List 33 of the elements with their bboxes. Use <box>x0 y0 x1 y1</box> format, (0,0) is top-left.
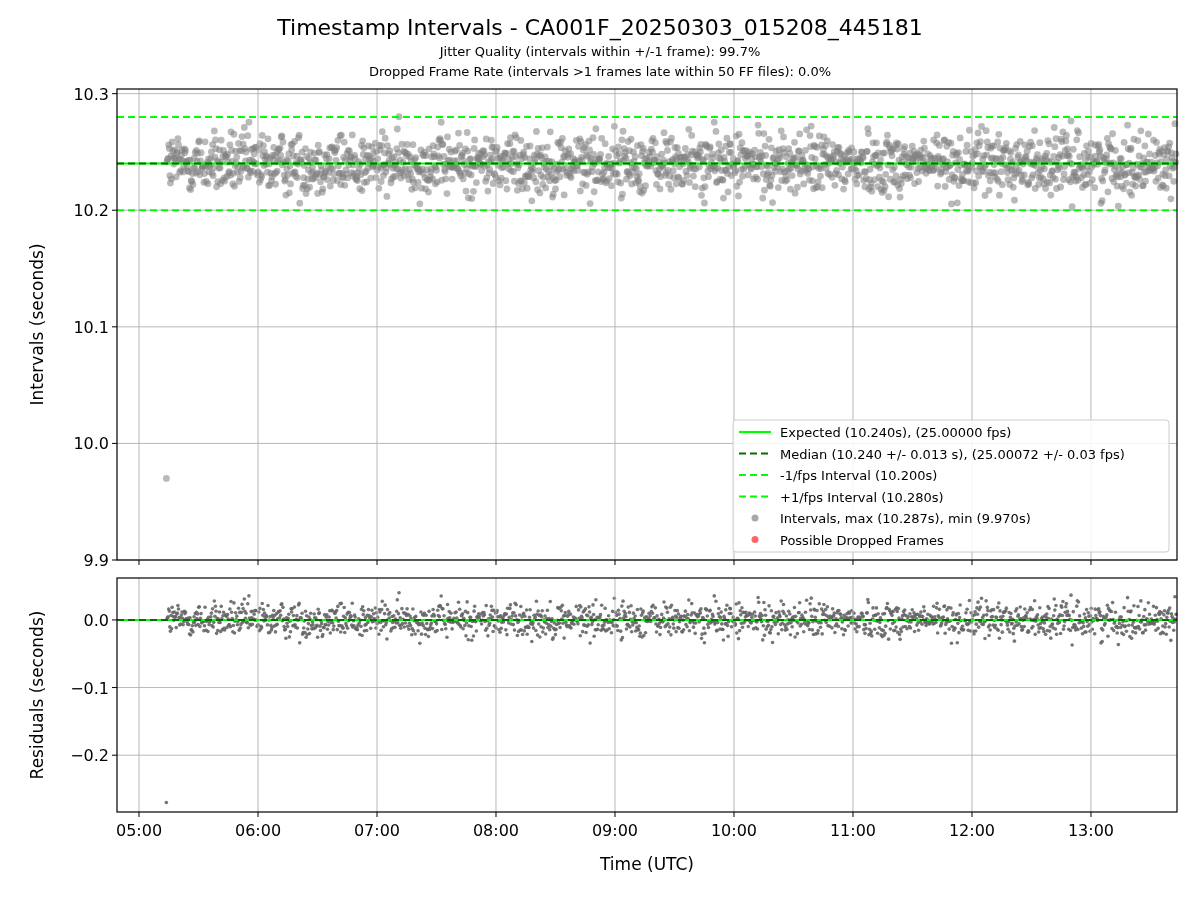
legend-label: Expected (10.240s), (25.00000 fps) <box>780 425 1012 440</box>
x-tick-label: 13:00 <box>1067 821 1114 840</box>
y-tick-label: 10.0 <box>73 434 109 454</box>
legend-line-icon <box>739 452 771 455</box>
legend-label: -1/fps Interval (10.200s) <box>780 468 938 483</box>
y-tick-label: 0.0 <box>83 610 109 630</box>
x-tick-label: 12:00 <box>948 821 996 840</box>
legend-line-icon <box>739 495 771 498</box>
figure-subtitle: Dropped Frame Rate (intervals >1 frames late within 50 FF files): 0.0% <box>368 63 832 81</box>
figure-subtitle: Jitter Quality (intervals within +/-1 frame): 99.7% <box>439 43 761 61</box>
y-tick-label: 10.1 <box>73 317 109 337</box>
legend-label: Intervals, max (10.287s), min (9.970s) <box>780 511 1031 526</box>
x-tick-label: 11:00 <box>829 821 877 840</box>
y-axis-label: Intervals (seconds) <box>27 243 47 406</box>
y-tick-label: −0.1 <box>70 678 109 698</box>
legend-line-icon <box>739 430 771 434</box>
x-tick-label: 09:00 <box>591 821 639 840</box>
y-tick-label: 9.9 <box>83 551 109 568</box>
legend-label: Median (10.240 +/- 0.013 s), (25.00072 +/- 0.03 fps) <box>780 446 1125 462</box>
x-tick-label: 10:00 <box>710 821 758 840</box>
x-axis-label: Time (UTC) <box>600 854 694 874</box>
y-tick-label: 10.3 <box>73 88 109 104</box>
legend-label: +1/fps Interval (10.280s) <box>780 489 944 505</box>
x-tick-label: 07:00 <box>353 821 401 840</box>
x-tick-label: 05:00 <box>115 821 163 840</box>
y-tick-label: −0.2 <box>70 746 109 766</box>
legend-line-icon <box>739 473 771 477</box>
y-tick-label: 10.2 <box>73 201 109 221</box>
y-axis-label: Residuals (seconds) <box>27 610 47 780</box>
x-tick-label: 08:00 <box>472 821 520 840</box>
figure-title: Timestamp Intervals - CA001F_20250303_015208_445181 <box>277 14 923 42</box>
legend-label: Possible Dropped Frames <box>780 532 944 548</box>
x-tick-label: 06:00 <box>234 821 282 840</box>
